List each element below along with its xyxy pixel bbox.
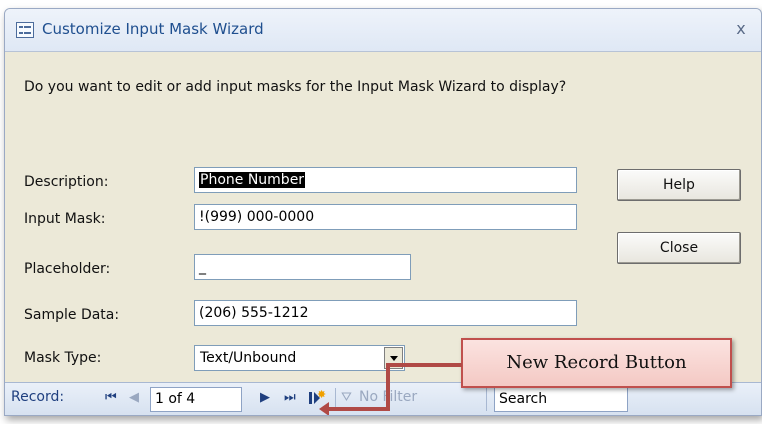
window-title: Customize Input Mask Wizard [42, 20, 264, 38]
placeholder-field[interactable]: _ [194, 254, 411, 280]
input-mask-label: Input Mask: [24, 211, 106, 227]
mask-type-select[interactable]: Text/Unbound [194, 345, 405, 371]
description-label: Description: [24, 174, 109, 190]
nav-divider [486, 388, 487, 411]
first-record-icon[interactable]: ⏮ [105, 388, 117, 408]
prompt-text: Do you want to edit or add input masks f… [24, 79, 567, 95]
form-icon [16, 22, 34, 38]
search-input[interactable]: Search [494, 387, 628, 412]
filter-icon[interactable]: ⛛ [341, 388, 352, 408]
close-icon[interactable]: x [729, 17, 753, 41]
record-position-field[interactable]: 1 of 4 [150, 387, 242, 412]
description-value: Phone Number [199, 172, 306, 188]
next-record-icon[interactable]: ▶ [260, 388, 270, 408]
mask-type-value: Text/Unbound [200, 350, 297, 366]
input-mask-wizard-dialog: Customize Input Mask Wizard x Do you wan… [4, 8, 762, 416]
record-label: Record: [11, 389, 65, 405]
title-bar: Customize Input Mask Wizard x [5, 9, 761, 52]
mask-type-label: Mask Type: [24, 350, 102, 366]
previous-record-icon[interactable]: ◀ [129, 388, 139, 408]
help-button[interactable]: Help [617, 169, 741, 201]
callout-arrow [327, 407, 390, 411]
description-field[interactable]: Phone Number [194, 167, 577, 193]
last-record-icon[interactable]: ⏭ [284, 388, 296, 408]
sample-data-label: Sample Data: [24, 307, 120, 323]
close-button[interactable]: Close [617, 232, 741, 264]
input-mask-field[interactable]: !(999) 000-0000 [194, 204, 577, 230]
placeholder-label: Placeholder: [24, 261, 111, 277]
arrow-head-icon [319, 402, 329, 415]
new-record-bar [309, 392, 312, 404]
new-record-callout: New Record Button [461, 338, 732, 388]
new-record-star: ✸ [317, 388, 327, 401]
callout-arrow [386, 363, 390, 409]
callout-arrow [386, 363, 462, 367]
sample-data-field[interactable]: (206) 555-1212 [194, 300, 577, 326]
